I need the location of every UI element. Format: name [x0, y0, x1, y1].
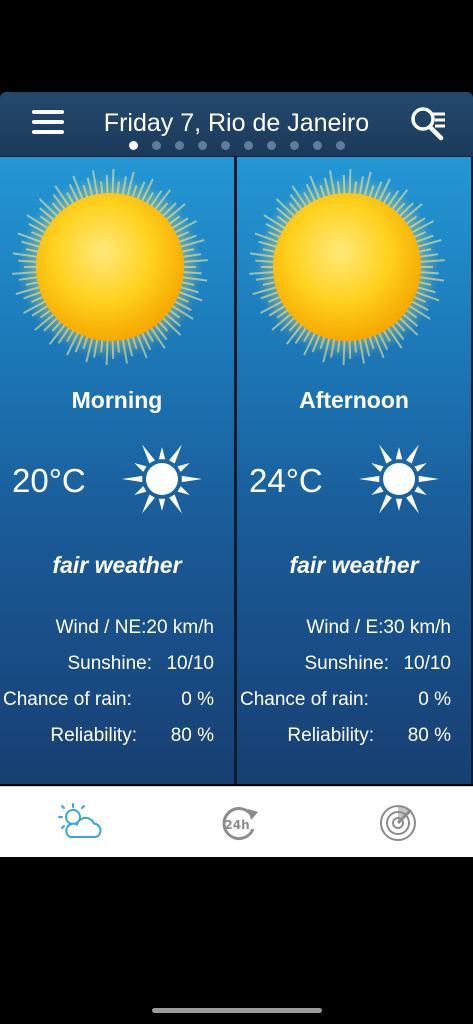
sun-ray — [122, 475, 143, 483]
page-dot[interactable] — [289, 141, 299, 150]
home-indicator[interactable] — [152, 1008, 322, 1013]
page-dot[interactable] — [174, 141, 184, 150]
svg-text:24h: 24h — [224, 818, 249, 832]
page-dot[interactable] — [335, 141, 345, 150]
radar-icon[interactable] — [374, 799, 422, 847]
sun-ray — [395, 498, 403, 511]
sun-ray — [169, 444, 182, 464]
sunshine-value: 10/10 — [403, 653, 451, 674]
page-dot[interactable] — [197, 141, 207, 150]
condition-label: fair weather — [52, 552, 182, 578]
page-dot[interactable] — [243, 141, 253, 150]
weather-cloud-sun-icon[interactable] — [56, 799, 104, 847]
sun-ray — [359, 475, 380, 483]
sun-ray — [379, 444, 392, 464]
hamburger-menu-icon — [32, 110, 64, 114]
sunshine-label: Sunshine: — [304, 653, 389, 674]
sun-ray — [379, 494, 392, 514]
period-label: Afternoon — [299, 387, 409, 413]
sun-icon — [359, 444, 439, 514]
rain-value: 0 % — [181, 689, 214, 710]
rain-label: Chance of rain: — [240, 689, 369, 710]
page-dot[interactable] — [128, 141, 138, 150]
wind-label: Wind / E:30 km/h — [306, 617, 451, 638]
menu-button[interactable] — [32, 110, 64, 136]
reliability-label: Reliability: — [287, 725, 374, 746]
sun-ray — [158, 447, 166, 460]
forecast-panels: Morning 20°C fair weather Wind / NE:20 k… — [0, 157, 473, 784]
sun-illustration-icon — [12, 169, 208, 365]
wind-label: Wind / NE:20 km/h — [55, 617, 214, 638]
sun-ray — [414, 486, 427, 495]
reliability-label: Reliability: — [50, 725, 137, 746]
sun-ray — [371, 486, 384, 495]
page-title: Friday 7, Rio de Janeiro — [103, 109, 370, 137]
sun-illustration-icon — [249, 169, 445, 365]
sun-ray — [414, 463, 427, 472]
condition-label: fair weather — [289, 552, 419, 578]
location-search-icon[interactable] — [410, 106, 446, 142]
page-dot[interactable] — [312, 141, 322, 150]
reliability-value: 80 % — [170, 725, 214, 746]
sun-ray — [371, 463, 384, 472]
bottom-tab-bar: 24h — [0, 786, 473, 857]
sun-ray — [406, 494, 419, 514]
sun-ray — [418, 475, 439, 483]
sunshine-label: Sunshine: — [67, 653, 152, 674]
page-dot[interactable] — [220, 141, 230, 150]
temperature: 24°C — [249, 462, 323, 499]
sun-ray — [142, 494, 155, 514]
rain-label: Chance of rain: — [3, 689, 132, 710]
forecast-24h-icon[interactable]: 24h — [214, 799, 262, 847]
page-indicator[interactable] — [0, 141, 473, 150]
reliability-value: 80 % — [407, 725, 451, 746]
afternoon-panel: Afternoon 24°C fair weather Wind / E:30 … — [237, 157, 471, 784]
app-screen: Friday 7, Rio de Janeiro Morning 20°C fa… — [0, 0, 473, 1024]
sun-ray — [177, 486, 190, 495]
sun-icon — [122, 444, 202, 514]
temperature: 20°C — [12, 462, 86, 499]
sunshine-value: 10/10 — [166, 653, 214, 674]
sun-ray — [158, 498, 166, 511]
period-label: Morning — [71, 387, 163, 413]
sun-ray — [177, 463, 190, 472]
sun-ray — [181, 475, 202, 483]
page-dot[interactable] — [266, 141, 276, 150]
rain-value: 0 % — [418, 689, 451, 710]
sun-ray — [395, 447, 403, 460]
morning-panel: Morning 20°C fair weather Wind / NE:20 k… — [0, 157, 234, 784]
sun-ray — [134, 463, 147, 472]
sun-ray — [142, 444, 155, 464]
sun-ray — [169, 494, 182, 514]
page-dot[interactable] — [151, 141, 161, 150]
sun-ray — [406, 444, 419, 464]
sun-ray — [134, 486, 147, 495]
